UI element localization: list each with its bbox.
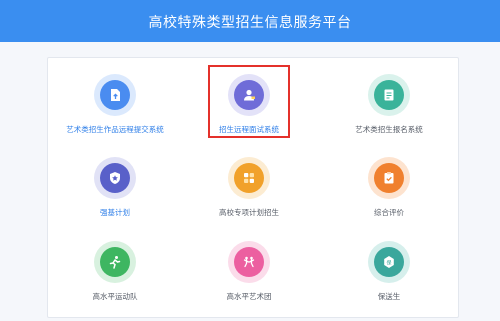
svg-text:保: 保 — [386, 259, 391, 266]
tile-strong-base-plan[interactable]: 强基计划 — [47, 157, 183, 237]
tile-sports-team[interactable]: 高水平运动队 — [47, 241, 183, 321]
tile-special-plan[interactable]: 高校专项计划招生 — [181, 157, 317, 237]
tile-label: 艺术类招生报名系统 — [355, 125, 423, 134]
dancers-icon — [234, 247, 264, 277]
page-title: 高校特殊类型招生信息服务平台 — [148, 15, 352, 31]
upload-document-icon — [100, 80, 130, 110]
registration-form-icon — [374, 80, 404, 110]
tile-art-works-submission[interactable]: 艺术类招生作品远程提交系统 — [47, 74, 183, 154]
header-bar: 高校特殊类型招生信息服务平台 — [0, 0, 500, 42]
running-athlete-icon — [100, 247, 130, 277]
tile-label: 保送生 — [377, 292, 401, 301]
tile-comprehensive-evaluation[interactable]: 综合评价 — [321, 157, 457, 237]
tile-label: 艺术类招生作品远程提交系统 — [66, 125, 164, 134]
tile-art-registration[interactable]: 艺术类招生报名系统 — [321, 74, 457, 154]
tile-label: 高水平运动队 — [92, 292, 138, 301]
star-shield-icon — [100, 163, 130, 193]
badge-protected-icon: 保 — [374, 247, 404, 277]
selection-highlight-box — [208, 65, 290, 138]
tile-label: 强基计划 — [100, 208, 130, 217]
tile-label: 高校专项计划招生 — [219, 208, 279, 217]
tile-label: 高水平艺术团 — [226, 292, 272, 301]
grid-apps-icon — [234, 163, 264, 193]
tile-label: 综合评价 — [374, 208, 404, 217]
clipboard-check-icon — [374, 163, 404, 193]
tile-recommended-students[interactable]: 保 保送生 — [321, 241, 457, 321]
tile-art-troupe[interactable]: 高水平艺术团 — [181, 241, 317, 321]
